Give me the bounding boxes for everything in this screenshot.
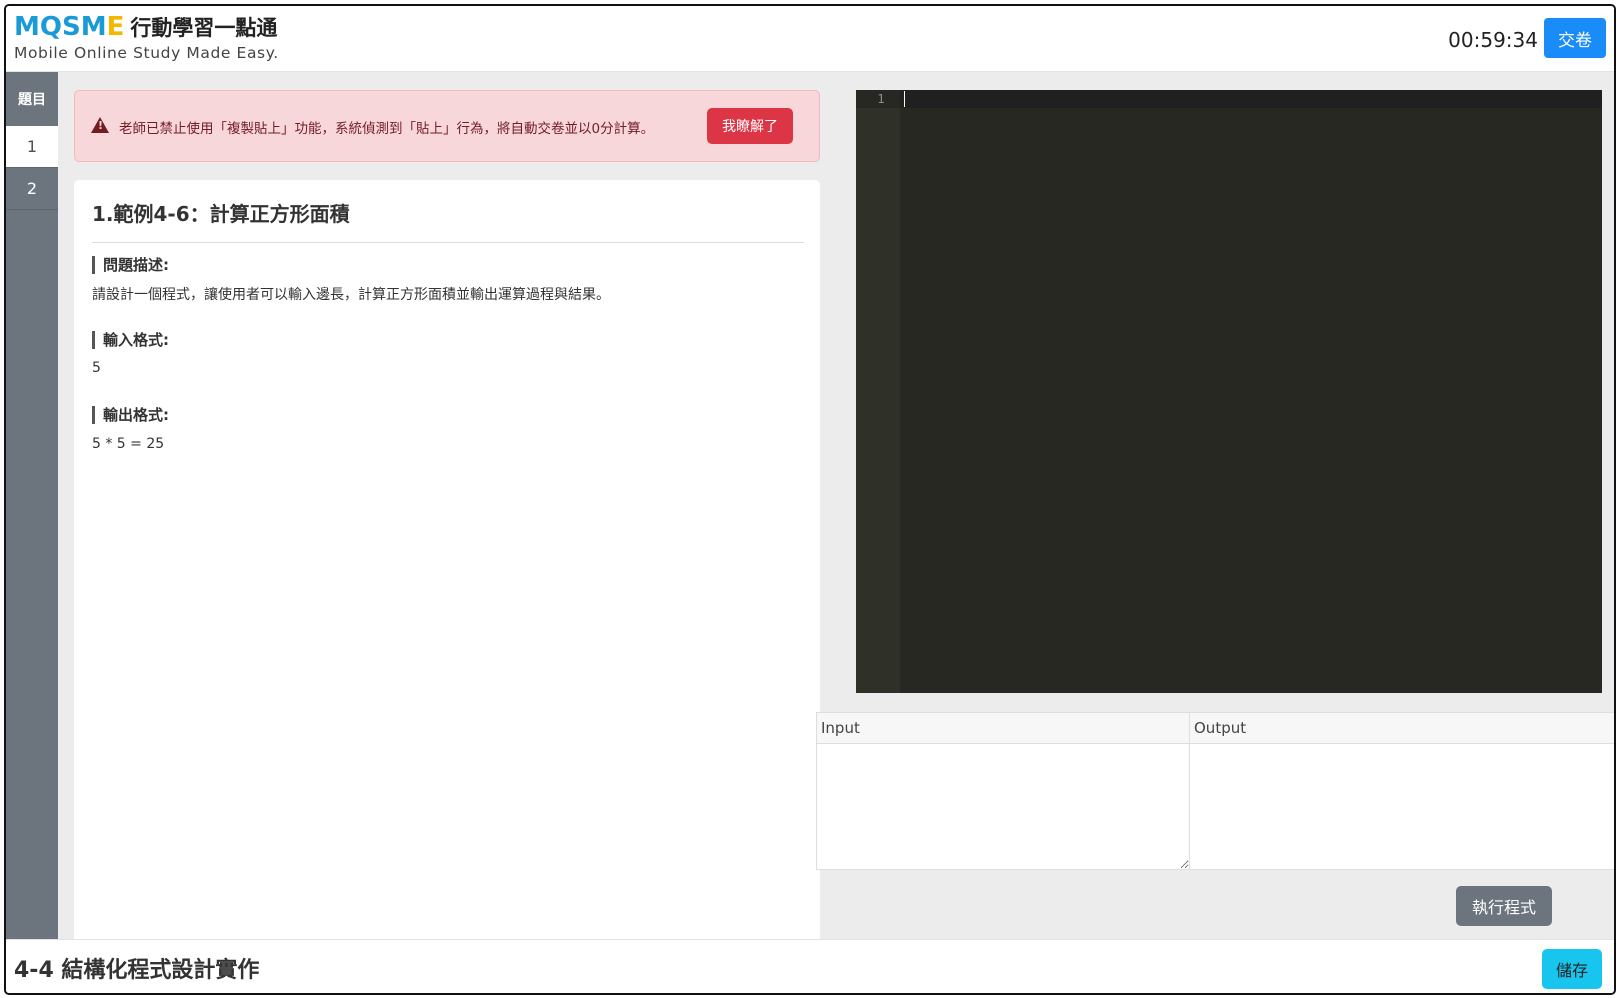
output-format-label: 輸出格式: [92, 406, 169, 424]
logo-brand-letter-m: M [14, 12, 40, 42]
input-panel-header: Input [816, 712, 1190, 744]
output-format-example: 5 * 5 = 25 [92, 436, 165, 452]
sidebar-item-question-2[interactable]: 2 [6, 168, 58, 210]
question-sidebar: 題目 1 2 [6, 72, 58, 943]
description-label: 問題描述: [92, 256, 169, 274]
line-number: 1 [856, 90, 900, 108]
sidebar-item-question-1[interactable]: 1 [6, 126, 58, 168]
description-text: 請設計一個程式，讓使用者可以輸入邊長，計算正方形面積並輸出運算過程與結果。 [92, 287, 610, 303]
logo-brand-letter-q: Q [39, 12, 62, 42]
logo-brand-letter-e: E [106, 12, 125, 42]
logo-tagline: Mobile Online Study Made Easy. [14, 44, 279, 62]
editor-cursor [904, 91, 905, 107]
question-card: 1.範例4-6：計算正方形面積 問題描述: 請設計一個程式，讓使用者可以輸入邊長… [74, 180, 820, 960]
assignment-title: 4-4 結構化程式設計實作 [14, 958, 260, 983]
main-area: 老師已禁止使用「複製貼上」功能，系統偵測到「貼上」行為，將自動交卷並以0分計算。… [58, 72, 1614, 960]
warning-icon [91, 117, 109, 133]
editor-active-line[interactable] [900, 90, 1602, 108]
countdown-timer: 00:59:34 [1448, 28, 1538, 52]
output-area [1189, 743, 1614, 870]
run-program-button[interactable]: 執行程式 [1456, 886, 1552, 926]
input-format-label: 輸入格式: [92, 331, 169, 349]
acknowledge-button[interactable]: 我瞭解了 [707, 108, 793, 144]
logo-title-row: MQSME 行動學習一點通 [14, 12, 279, 43]
input-textarea[interactable] [816, 743, 1190, 870]
alert-message: 老師已禁止使用「複製貼上」功能，系統偵測到「貼上」行為，將自動交卷並以0分計算。 [119, 121, 655, 137]
editor-gutter [856, 90, 900, 693]
app-window: MQSME 行動學習一點通 Mobile Online Study Made E… [4, 4, 1616, 995]
bottom-bar: 4-4 結構化程式設計實作 儲存 [6, 939, 1614, 993]
logo-chinese-name: 行動學習一點通 [130, 16, 278, 40]
paste-warning-alert: 老師已禁止使用「複製貼上」功能，系統偵測到「貼上」行為，將自動交卷並以0分計算。… [74, 90, 820, 162]
divider [92, 242, 804, 243]
logo-brand-letters-sm: SM [61, 12, 107, 42]
question-title: 1.範例4-6：計算正方形面積 [92, 202, 350, 226]
save-button[interactable]: 儲存 [1542, 949, 1602, 989]
top-header: MQSME 行動學習一點通 Mobile Online Study Made E… [6, 6, 1614, 72]
input-format-example: 5 [92, 360, 101, 376]
submit-exam-button[interactable]: 交卷 [1544, 18, 1606, 58]
code-editor[interactable]: 1 [856, 90, 1602, 693]
logo-brand: MQSME [14, 12, 124, 42]
sidebar-heading: 題目 [18, 92, 46, 108]
logo: MQSME 行動學習一點通 Mobile Online Study Made E… [14, 12, 279, 62]
output-panel-header: Output [1189, 712, 1614, 744]
